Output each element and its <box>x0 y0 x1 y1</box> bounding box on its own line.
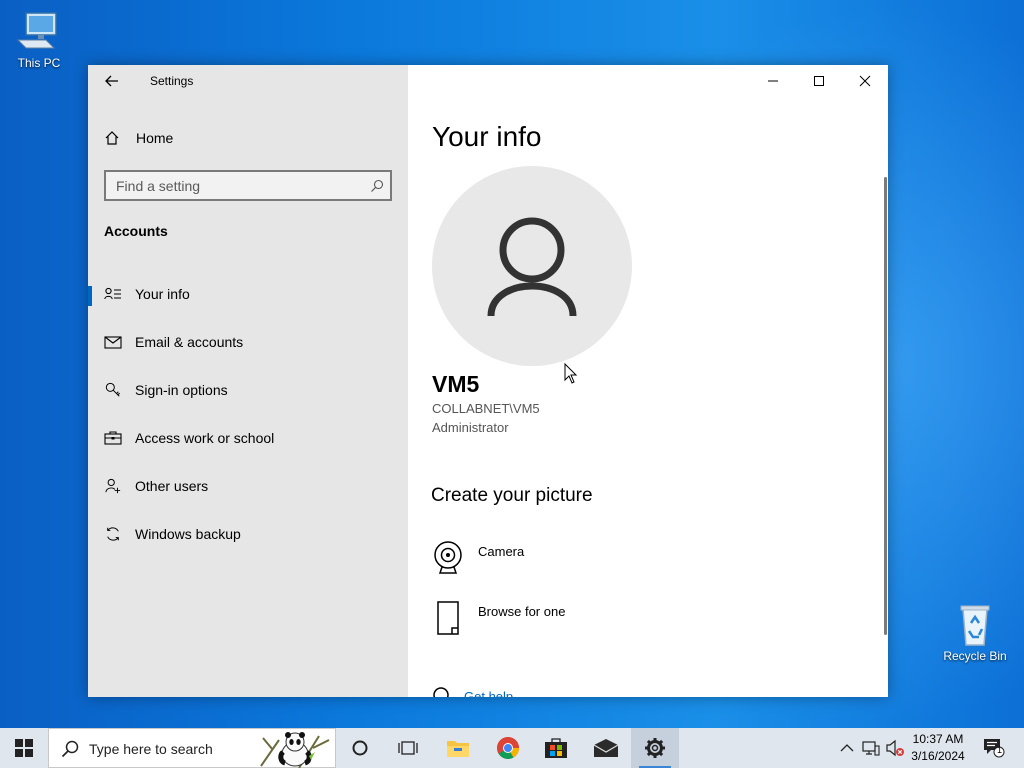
browse-label: Browse for one <box>478 604 566 619</box>
start-button[interactable] <box>0 728 48 768</box>
file-explorer-button[interactable] <box>434 728 482 768</box>
key-icon <box>105 382 121 397</box>
sidebar-item-your-info[interactable]: Your info <box>88 274 408 314</box>
sync-icon <box>107 527 119 541</box>
mail-icon <box>104 336 122 349</box>
user-icon <box>487 217 577 317</box>
volume-tray-button[interactable] <box>884 728 906 768</box>
taskbar-search-placeholder: Type here to search <box>89 741 213 757</box>
volume-muted-icon <box>886 739 904 757</box>
camera-label: Camera <box>478 544 525 559</box>
title-bar: Settings <box>88 65 408 97</box>
minimize-button[interactable] <box>750 65 796 97</box>
sidebar-item-home[interactable]: Home <box>104 127 173 149</box>
person-card-icon <box>104 287 121 300</box>
sidebar-item-label: Sign-in options <box>135 382 228 398</box>
computer-icon <box>16 12 57 49</box>
network-icon <box>862 741 880 756</box>
sidebar-item-label: Access work or school <box>135 430 275 446</box>
maximize-button[interactable] <box>796 65 842 97</box>
sidebar-item-label: Your info <box>135 286 190 302</box>
close-button[interactable] <box>842 65 888 97</box>
settings-window: Settings Home Accounts Your info <box>88 65 888 697</box>
close-icon <box>859 75 871 87</box>
desktop-icon-recycle-bin[interactable]: Recycle Bin <box>936 603 1014 663</box>
sidebar-item-other-users[interactable]: Other users <box>88 466 408 506</box>
desktop-icon-label: This PC <box>17 56 61 70</box>
desktop-icon-this-pc[interactable]: This PC <box>0 10 78 70</box>
chrome-button[interactable] <box>484 728 532 768</box>
clock-date: 3/16/2024 <box>911 749 965 763</box>
content-pane: Your info VM5 COLLABNET\VM5 Administrato… <box>408 65 888 697</box>
user-domain: COLLABNET\VM5 <box>432 401 540 416</box>
home-label: Home <box>136 130 174 146</box>
sidebar-item-label: Email & accounts <box>135 334 244 350</box>
taskbar-search-box[interactable]: Type here to search <box>48 728 336 768</box>
chevron-up-icon <box>840 744 854 752</box>
gear-icon <box>645 738 665 758</box>
minimize-icon <box>768 80 778 82</box>
sidebar-item-windows-backup[interactable]: Windows backup <box>88 514 408 554</box>
settings-search-box[interactable] <box>104 170 392 201</box>
search-icon <box>61 740 79 758</box>
user-name: VM5 <box>432 371 480 397</box>
show-hidden-icons-button[interactable] <box>836 728 858 768</box>
sidebar: Settings Home Accounts Your info <box>88 65 408 697</box>
page-title: Your info <box>432 121 542 152</box>
active-indicator <box>88 286 92 306</box>
search-input[interactable] <box>106 172 361 199</box>
taskbar: Type here to search 10:37 AM 3/16/2024 1 <box>0 728 1024 768</box>
task-view-icon <box>398 741 418 755</box>
cortana-icon <box>352 740 368 756</box>
file-icon <box>437 601 459 635</box>
back-button[interactable] <box>100 71 124 91</box>
task-view-button[interactable] <box>384 728 432 768</box>
mail-icon <box>593 739 619 757</box>
maximize-icon <box>814 76 824 86</box>
home-icon <box>105 131 119 145</box>
clock[interactable]: 10:37 AM 3/16/2024 <box>906 731 970 765</box>
section-heading: Accounts <box>104 223 168 239</box>
store-button[interactable] <box>532 728 580 768</box>
mail-app-button[interactable] <box>582 728 630 768</box>
add-person-icon <box>105 478 121 494</box>
avatar <box>432 166 632 366</box>
notification-count: 1 <box>997 745 1003 755</box>
briefcase-icon <box>104 431 122 445</box>
back-arrow-icon <box>105 75 118 87</box>
cortana-button[interactable] <box>336 728 384 768</box>
mouse-cursor <box>564 363 578 384</box>
search-highlight-panda-icon <box>260 732 330 768</box>
scrollbar[interactable] <box>884 177 887 635</box>
sidebar-item-access-work-school[interactable]: Access work or school <box>88 418 408 458</box>
sidebar-item-label: Other users <box>135 478 209 494</box>
sidebar-item-sign-in-options[interactable]: Sign-in options <box>88 370 408 410</box>
folder-icon <box>447 741 469 757</box>
camera-icon <box>434 541 462 574</box>
chrome-icon <box>497 737 519 759</box>
help-icon <box>433 687 449 697</box>
user-role: Administrator <box>432 420 509 435</box>
recycle-bin-icon <box>960 605 990 646</box>
desktop-icon-label: Recycle Bin <box>943 649 1007 663</box>
browse-option[interactable]: Browse for one <box>432 600 632 640</box>
window-title: Settings <box>150 74 194 88</box>
store-icon <box>545 738 567 758</box>
windows-logo-icon <box>15 739 33 757</box>
get-help-link[interactable]: Get help <box>464 689 513 697</box>
clock-time: 10:37 AM <box>912 732 964 746</box>
create-picture-heading: Create your picture <box>431 485 593 506</box>
settings-taskbar-button[interactable] <box>631 728 679 768</box>
network-tray-button[interactable] <box>860 728 882 768</box>
sidebar-item-label: Windows backup <box>135 526 241 542</box>
camera-option[interactable]: Camera <box>432 540 632 580</box>
action-center-button[interactable]: 1 <box>978 728 1010 768</box>
search-icon[interactable] <box>370 179 384 193</box>
sidebar-item-email-accounts[interactable]: Email & accounts <box>88 322 408 362</box>
